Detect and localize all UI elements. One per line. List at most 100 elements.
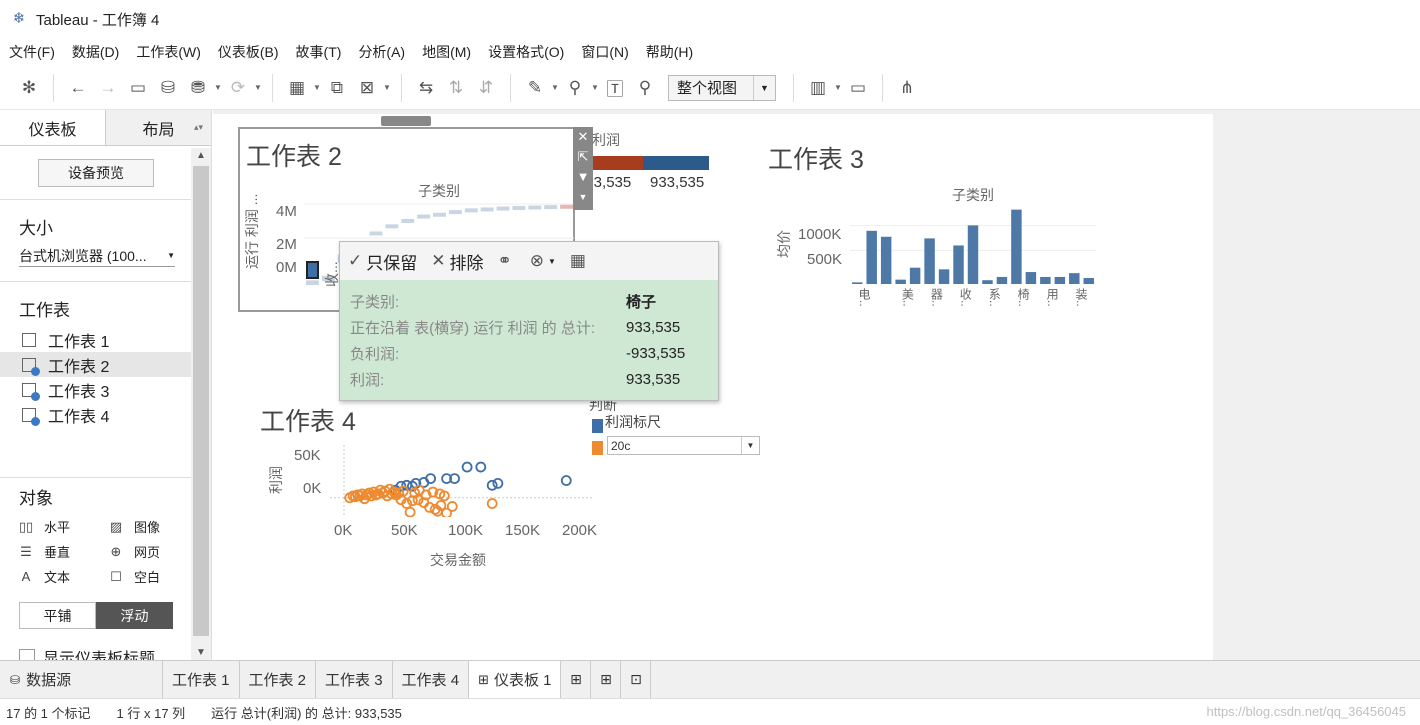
object-image[interactable]: ▨ 图像 — [108, 517, 198, 536]
sheet-item-3[interactable]: 工作表 3 — [0, 377, 191, 402]
parameter-select[interactable]: 20c ▼ — [607, 436, 760, 455]
pane-scrollbar[interactable]: ▲ ▼ — [191, 148, 211, 660]
sort-desc-icon[interactable]: ⇵ — [471, 73, 501, 103]
menu-dashboard[interactable]: 仪表板(B) — [218, 42, 279, 62]
chevron-down-icon[interactable]: ▼ — [213, 83, 223, 92]
menu-analysis[interactable]: 分析(A) — [358, 42, 405, 62]
ws2-tick-4m: 4M — [276, 203, 297, 220]
positive-profit-bar[interactable] — [643, 156, 709, 170]
filter-icon[interactable]: ▼ — [573, 167, 593, 187]
keep-only-button[interactable]: ✓ 只保留 — [348, 249, 417, 274]
pane-content: 设备预览 大小 台式机浏览器 (100... ▼ 工作表 工作表 1 工作表 2… — [0, 148, 191, 669]
view-data-button[interactable]: ▦ — [570, 251, 590, 271]
presentation-icon[interactable]: ▭ — [843, 73, 873, 103]
clear-sheet-icon[interactable]: ⊠ — [352, 73, 382, 103]
sort-asc-icon[interactable]: ⇅ — [441, 73, 471, 103]
save-icon[interactable]: ▭ — [123, 73, 153, 103]
undo-icon[interactable]: ← — [63, 73, 93, 103]
check-icon: ✓ — [348, 251, 363, 270]
running-total-mark — [417, 214, 431, 219]
view-mode-select[interactable]: 整个视图 ▼ — [668, 74, 776, 101]
menu-story[interactable]: 故事(T) — [296, 42, 342, 62]
label-icon[interactable]: 🅃 — [600, 73, 630, 103]
object-blank[interactable]: ☐ 空白 — [108, 567, 198, 586]
ws2-tick-2m: 2M — [276, 236, 297, 253]
tiled-button[interactable]: 平铺 — [19, 602, 96, 629]
highlight-icon[interactable]: ✎ — [520, 73, 550, 103]
toolbar-separator — [882, 73, 883, 102]
new-story-icon[interactable]: ⊡ — [621, 661, 652, 698]
scrollbar-thumb[interactable] — [193, 166, 209, 636]
chevron-down-icon[interactable]: ▼ — [590, 83, 600, 92]
redo-icon[interactable]: → — [93, 73, 123, 103]
swap-icon[interactable]: ⇆ — [411, 73, 441, 103]
tab-datasource[interactable]: ⛁ 数据源 — [0, 661, 163, 698]
pin-icon[interactable]: ⚲ — [630, 73, 660, 103]
share-icon[interactable]: ⋔ — [892, 73, 922, 103]
tab-sheet-3[interactable]: 工作表 3 — [316, 661, 393, 698]
divider — [0, 477, 191, 478]
chevron-down-icon[interactable]: ▼ — [550, 83, 560, 92]
new-dashboard-icon[interactable]: ⊞ — [591, 661, 622, 698]
zone-toolbar: ✕ ⇱ ▼ ▼ — [573, 127, 593, 210]
menu-map[interactable]: 地图(M) — [422, 42, 471, 62]
chevron-down-icon[interactable]: ▼ — [382, 83, 392, 92]
vertical-icon: ☰ — [20, 543, 32, 559]
menu-window[interactable]: 窗口(N) — [581, 42, 628, 62]
menu-help[interactable]: 帮助(H) — [646, 42, 693, 62]
paperclip-icon: ⚭ — [497, 251, 512, 270]
ws3-x-tick-label: 收.. — [958, 288, 973, 307]
chevron-down-icon[interactable]: ▼ — [191, 647, 211, 658]
duplicate-sheet-icon[interactable]: ⧉ — [322, 73, 352, 103]
tableau-icon: ❄ — [12, 10, 26, 27]
group-icon[interactable]: ⚲ — [560, 73, 590, 103]
show-me-icon[interactable]: ▥ — [803, 73, 833, 103]
device-preview-button[interactable]: 设备预览 — [38, 159, 154, 187]
pause-update-icon[interactable]: ⛃ — [183, 73, 213, 103]
new-worksheet-icon[interactable]: ▦ — [282, 73, 312, 103]
menu-worksheet[interactable]: 工作表(W) — [136, 42, 201, 62]
ws3-x-tick-label: 系.. — [987, 288, 1002, 307]
scatter-point — [486, 498, 498, 509]
floating-button[interactable]: 浮动 — [96, 602, 173, 629]
object-vertical[interactable]: ☰ 垂直 — [18, 542, 108, 561]
bar — [967, 225, 979, 284]
new-worksheet-icon[interactable]: ⊞ — [561, 661, 592, 698]
tab-dashboard[interactable]: 仪表板 — [0, 110, 105, 145]
tab-sheet-2[interactable]: 工作表 2 — [240, 661, 317, 698]
chevron-down-icon: ▼ — [741, 437, 759, 454]
chevron-down-icon[interactable]: ▼ — [833, 83, 843, 92]
create-set-button[interactable]: ⊗ ▼ — [530, 251, 556, 271]
menu-file[interactable]: 文件(F) — [9, 42, 55, 62]
tab-dashboard-1[interactable]: ⊞ 仪表板 1 — [469, 661, 562, 698]
menu-format[interactable]: 设置格式(O) — [488, 42, 564, 62]
sheet-item-2[interactable]: 工作表 2 — [0, 352, 191, 377]
menu-bar: 文件(F) 数据(D) 工作表(W) 仪表板(B) 故事(T) 分析(A) 地图… — [0, 38, 1420, 66]
sheet-item-1[interactable]: 工作表 1 — [0, 327, 191, 352]
chevron-down-icon[interactable]: ▼ — [253, 83, 263, 92]
object-web[interactable]: ⊕ 网页 — [108, 542, 198, 561]
worksheet-used-icon — [22, 357, 40, 376]
drag-handle[interactable] — [381, 116, 431, 126]
tab-layout[interactable]: 布局 ▴▾ — [105, 110, 211, 145]
layout-toggle: 平铺 浮动 — [19, 602, 191, 629]
tableau-logo-icon[interactable]: ✻ — [14, 73, 44, 103]
group-members-button[interactable]: ⚭ — [498, 251, 516, 271]
menu-data[interactable]: 数据(D) — [72, 42, 119, 62]
refresh-icon[interactable]: ⟳ — [223, 73, 253, 103]
ws2-y-axis-label: 运行 利润 ... — [244, 193, 260, 269]
tab-sheet-4[interactable]: 工作表 4 — [393, 661, 470, 698]
new-datasource-icon[interactable]: ⛁ — [153, 73, 183, 103]
object-horizontal[interactable]: ▯▯ 水平 — [18, 517, 108, 536]
chevron-up-icon[interactable]: ▲ — [191, 150, 211, 161]
tab-sheet-1[interactable]: 工作表 1 — [163, 661, 240, 698]
chevron-down-icon[interactable]: ▼ — [573, 187, 593, 207]
goto-sheet-icon[interactable]: ⇱ — [573, 147, 593, 167]
sheet-item-4[interactable]: 工作表 4 — [0, 402, 191, 427]
size-select[interactable]: 台式机浏览器 (100... ▼ — [19, 245, 175, 267]
close-icon[interactable]: ✕ — [573, 127, 593, 147]
chevron-down-icon[interactable]: ▼ — [312, 83, 322, 92]
ws2-selected-mark[interactable] — [306, 261, 319, 279]
object-text[interactable]: A 文本 — [18, 567, 108, 586]
exclude-button[interactable]: ✕ 排除 — [431, 249, 483, 274]
